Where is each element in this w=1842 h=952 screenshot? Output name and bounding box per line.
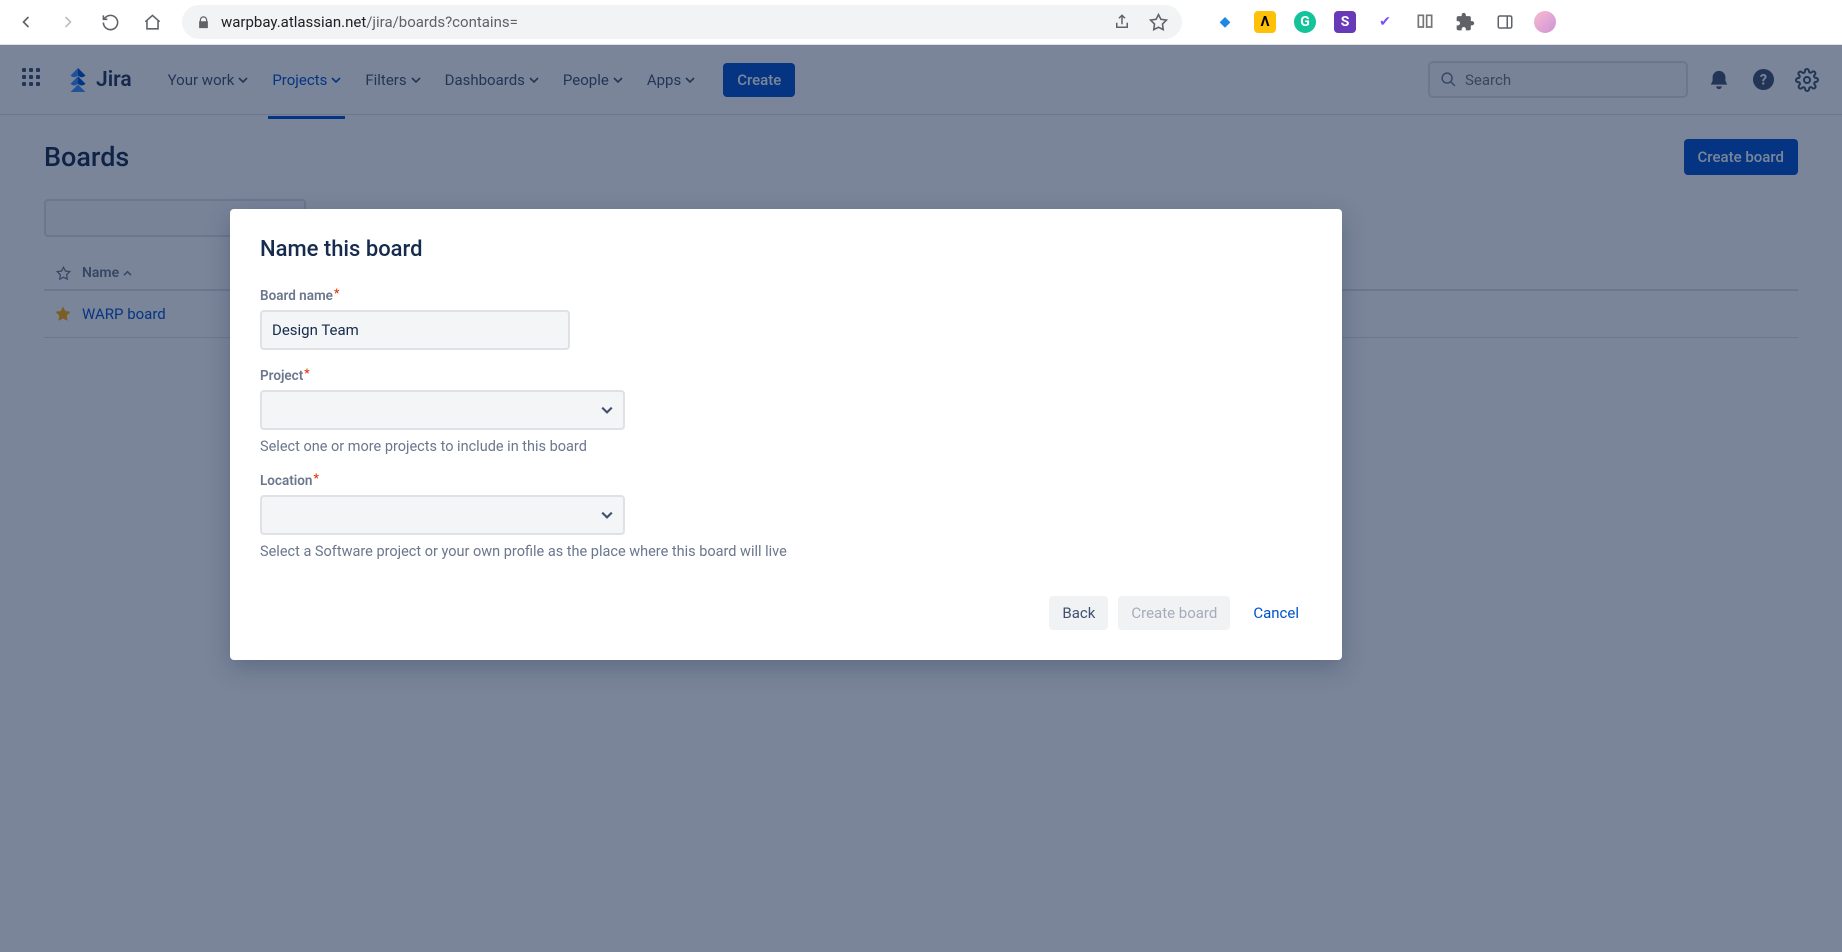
modal-title: Name this board [260, 237, 1312, 262]
home-icon[interactable] [142, 12, 162, 32]
ext-icon-a[interactable]: Λ [1254, 11, 1276, 33]
forward-icon[interactable] [58, 12, 78, 32]
lock-icon [196, 15, 211, 30]
sidepanel-icon[interactable] [1494, 11, 1516, 33]
chevron-down-icon [601, 509, 613, 521]
chevron-down-icon [601, 404, 613, 416]
address-bar[interactable]: warpbay.atlassian.net/jira/boards?contai… [182, 5, 1182, 39]
input-value: Design Team [272, 321, 359, 339]
location-select[interactable] [260, 495, 625, 535]
ext-icon-s[interactable]: S [1334, 11, 1356, 33]
back-button[interactable]: Back [1049, 596, 1108, 630]
bookmark-star-icon[interactable] [1149, 13, 1168, 32]
board-name-input[interactable]: Design Team [260, 310, 570, 350]
location-helper-text: Select a Software project or your own pr… [260, 543, 1312, 560]
browser-toolbar: warpbay.atlassian.net/jira/boards?contai… [0, 0, 1842, 45]
profile-avatar[interactable] [1534, 11, 1556, 33]
ext-icon-check[interactable]: ✔ [1374, 11, 1396, 33]
modal-create-board-button[interactable]: Create board [1118, 596, 1230, 630]
url-host: warpbay.atlassian.net/jira/boards?contai… [221, 13, 518, 31]
project-select[interactable] [260, 390, 625, 430]
back-icon[interactable] [16, 12, 36, 32]
ext-icon-book[interactable] [1414, 11, 1436, 33]
extensions-puzzle-icon[interactable] [1454, 11, 1476, 33]
cancel-button[interactable]: Cancel [1240, 596, 1312, 630]
board-name-label: Board name* [260, 288, 339, 304]
share-icon[interactable] [1113, 13, 1131, 31]
extension-icons: ◆ Λ G S ✔ [1206, 11, 1564, 33]
project-label: Project* [260, 368, 310, 384]
project-helper-text: Select one or more projects to include i… [260, 438, 1312, 455]
name-board-modal: Name this board Board name* Design Team … [230, 209, 1342, 660]
ext-icon-diamond[interactable]: ◆ [1214, 11, 1236, 33]
reload-icon[interactable] [100, 12, 120, 32]
location-label: Location* [260, 473, 319, 489]
ext-icon-g[interactable]: G [1294, 11, 1316, 33]
